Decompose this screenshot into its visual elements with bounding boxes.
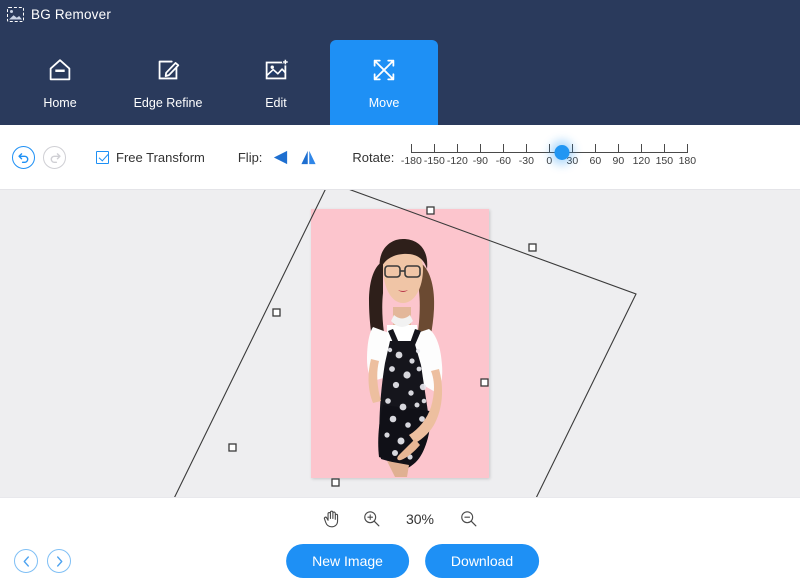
ruler-tick-label: 0 xyxy=(546,155,553,167)
tab-edge-refine[interactable]: Edge Refine xyxy=(114,40,222,125)
undo-arrow-icon xyxy=(17,153,28,164)
redo-arrow-icon xyxy=(50,153,61,164)
tab-move-label: Move xyxy=(368,96,400,110)
handle-bottom-middle[interactable] xyxy=(331,478,340,487)
person-photo xyxy=(367,239,443,477)
ruler-tick-label: 90 xyxy=(612,155,625,167)
ruler-tick-label: 120 xyxy=(632,155,651,167)
tab-edit[interactable]: Edit xyxy=(222,40,330,125)
ruler-tick-label: -120 xyxy=(446,155,468,167)
handle-left-middle[interactable] xyxy=(272,308,281,317)
ruler-tick xyxy=(687,144,689,153)
ruler-tick-label: 180 xyxy=(678,155,697,167)
ruler-tick xyxy=(572,144,574,153)
rotate-slider-handle[interactable] xyxy=(554,145,570,160)
new-image-button[interactable]: New Image xyxy=(286,544,409,578)
flip-label: Flip: xyxy=(237,149,263,165)
zoom-in-icon[interactable] xyxy=(362,509,381,528)
download-button[interactable]: Download xyxy=(424,544,540,578)
ruler-tick xyxy=(641,144,643,153)
ruler-tick-label: -150 xyxy=(423,155,445,167)
home-icon xyxy=(49,59,71,81)
image-canvas[interactable] xyxy=(0,190,800,497)
pen-square-icon xyxy=(158,60,180,80)
ruler-tick-label: -180 xyxy=(400,155,422,167)
zoom-toolbar: 30% xyxy=(0,497,800,539)
tab-edit-label: Edit xyxy=(265,96,287,110)
ruler-tick xyxy=(526,144,528,153)
tab-home[interactable]: Home xyxy=(6,40,114,125)
footer-bar: New Image Download xyxy=(0,539,800,583)
main-navigation: Home Edge Refine Edit Move xyxy=(0,28,800,125)
flip-horizontal-icon[interactable] xyxy=(271,149,290,166)
handle-top-right[interactable] xyxy=(528,243,537,252)
next-image-button[interactable] xyxy=(47,549,71,573)
zoom-out-icon[interactable] xyxy=(459,509,478,528)
tab-home-label: Home xyxy=(43,96,77,110)
rotate-controls: Rotate: -180 -150 -120 -90 -60 -30 0 30 60 90 120 1… xyxy=(352,138,696,176)
transform-toolbar: Free Transform Flip: Rotate: -180 -150 -12… xyxy=(0,125,800,190)
ruler-tick xyxy=(618,144,620,153)
hand-pan-icon[interactable] xyxy=(322,509,341,528)
zoom-level-value: 30% xyxy=(405,510,435,527)
ruler-tick xyxy=(411,144,413,153)
ruler-tick xyxy=(503,144,505,153)
tab-move[interactable]: Move xyxy=(330,40,438,125)
free-transform-checkbox[interactable] xyxy=(96,150,109,164)
chevron-left-icon xyxy=(23,555,29,567)
app-title: BG Remover xyxy=(31,6,112,22)
ruler-tick-label: 150 xyxy=(655,155,674,167)
ruler-tick-label: -90 xyxy=(472,155,488,167)
image-pager xyxy=(14,549,71,573)
image-edit-icon xyxy=(265,58,289,80)
handle-bottom-left[interactable] xyxy=(228,443,237,452)
chevron-right-icon xyxy=(56,555,62,567)
tab-edge-refine-label: Edge Refine xyxy=(133,96,203,110)
ruler-tick xyxy=(549,144,551,153)
redo-button[interactable] xyxy=(43,145,66,169)
ruler-tick xyxy=(664,144,666,153)
free-transform-label: Free Transform xyxy=(116,149,205,165)
undo-button[interactable] xyxy=(12,145,35,169)
ruler-tick-label: 60 xyxy=(589,155,602,167)
ruler-tick xyxy=(434,144,436,153)
title-bar: BG Remover xyxy=(0,0,800,28)
flip-vertical-icon[interactable] xyxy=(299,149,318,166)
image-photo-icon xyxy=(7,6,24,22)
flip-controls: Flip: xyxy=(238,149,319,166)
bg-remover-app: BG Remover Home Edge Refine Edit Move Fr… xyxy=(0,0,800,583)
move-arrows-icon xyxy=(373,59,395,81)
free-transform-toggle[interactable]: Free Transform xyxy=(96,150,205,165)
ruler-tick-label: -30 xyxy=(518,155,534,167)
rotate-slider[interactable]: -180 -150 -120 -90 -60 -30 0 30 60 90 120 150 180 xyxy=(401,138,696,176)
ruler-tick xyxy=(480,144,482,153)
ruler-tick-label: -60 xyxy=(495,155,511,167)
ruler-tick xyxy=(595,144,597,153)
edited-image[interactable] xyxy=(311,209,489,478)
rotate-label: Rotate: xyxy=(352,149,395,165)
previous-image-button[interactable] xyxy=(14,549,38,573)
footer-actions: New Image Download xyxy=(286,544,540,578)
ruler-tick xyxy=(457,144,459,153)
